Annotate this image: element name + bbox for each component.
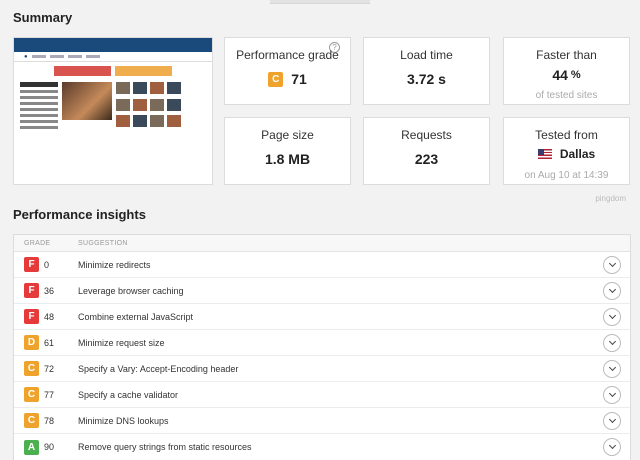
grade-badge: D xyxy=(24,335,39,350)
faster-than-unit: % xyxy=(570,69,581,81)
thumbnail-ads xyxy=(14,62,212,76)
grade-badge: F xyxy=(24,283,39,298)
pingdom-branding: pingdom xyxy=(595,194,626,203)
insights-rows: F 0 Minimize redirects F 36 Leverage browser … xyxy=(14,252,630,460)
load-time-card: Load time 3.72 s xyxy=(363,37,490,105)
insight-row[interactable]: F 0 Minimize redirects xyxy=(14,252,630,278)
performance-grade-label: Performance grade xyxy=(236,48,339,62)
top-tab xyxy=(270,0,370,4)
insight-row[interactable]: A 90 Remove query strings from static reso… xyxy=(14,434,630,460)
column-header-grade: GRADE xyxy=(24,239,51,247)
expand-button[interactable] xyxy=(603,307,621,326)
summary-title: Summary xyxy=(13,10,73,25)
expand-button[interactable] xyxy=(603,359,621,378)
grade-badge: C xyxy=(24,413,39,428)
us-flag-icon xyxy=(537,149,552,159)
chevron-down-icon xyxy=(608,363,616,371)
page-size-label: Page size xyxy=(261,128,314,142)
page-size-card: Page size 1.8 MB xyxy=(224,117,351,185)
insight-score: 72 xyxy=(44,363,55,374)
thumbnail-logo: ● xyxy=(24,53,28,60)
insight-suggestion: Minimize DNS lookups xyxy=(78,415,169,426)
load-time-label: Load time xyxy=(400,48,453,62)
faster-than-sub: of tested sites xyxy=(535,90,598,101)
insight-score: 61 xyxy=(44,337,55,348)
insights-table: GRADE SUGGESTION F 0 Minimize redirects F 36… xyxy=(13,234,631,460)
insights-table-header: GRADE SUGGESTION xyxy=(14,235,630,252)
thumbnail-header xyxy=(14,38,212,52)
load-time-value: 3.72 s xyxy=(407,71,446,87)
insight-suggestion: Specify a cache validator xyxy=(78,389,179,400)
faster-than-label: Faster than xyxy=(536,48,597,62)
insights-title: Performance insights xyxy=(13,207,146,222)
expand-button[interactable] xyxy=(603,255,621,274)
column-header-suggestion: SUGGESTION xyxy=(78,239,128,247)
requests-value: 223 xyxy=(414,151,439,167)
requests-label: Requests xyxy=(401,128,452,142)
insight-score: 36 xyxy=(44,285,55,296)
insight-suggestion: Leverage browser caching xyxy=(78,285,184,296)
grade-badge: F xyxy=(24,309,39,324)
requests-card: Requests 223 xyxy=(363,117,490,185)
thumbnail-grid xyxy=(116,82,181,129)
insight-suggestion: Combine external JavaScript xyxy=(78,311,194,322)
expand-button[interactable] xyxy=(603,385,621,404)
chevron-down-icon xyxy=(608,389,616,397)
insight-score: 48 xyxy=(44,311,55,322)
grade-badge: C xyxy=(268,71,284,87)
insight-suggestion: Minimize request size xyxy=(78,337,165,348)
thumbnail-nav: ● xyxy=(14,52,212,62)
insight-score: 90 xyxy=(44,442,55,452)
tested-from-label: Tested from xyxy=(535,128,598,142)
page-size-value: 1.8 MB xyxy=(264,151,311,167)
expand-button[interactable] xyxy=(603,438,621,456)
tested-from-sub: on Aug 10 at 14:39 xyxy=(524,170,609,181)
insight-score: 78 xyxy=(44,415,55,426)
grade-badge: A xyxy=(24,439,39,455)
grade-badge: F xyxy=(24,257,39,272)
insight-score: 77 xyxy=(44,389,55,400)
chevron-down-icon xyxy=(608,415,616,423)
tested-from-city: Dallas xyxy=(559,147,596,161)
chevron-down-icon xyxy=(608,285,616,293)
insight-row[interactable]: C 72 Specify a Vary: Accept-Encoding heade… xyxy=(14,356,630,382)
insight-suggestion: Specify a Vary: Accept-Encoding header xyxy=(78,363,239,374)
expand-button[interactable] xyxy=(603,411,621,430)
faster-than-value: 44 xyxy=(552,67,568,83)
chevron-down-icon xyxy=(608,311,616,319)
insight-row[interactable]: D 61 Minimize request size xyxy=(14,330,630,356)
grade-badge: C xyxy=(24,361,39,376)
insight-row[interactable]: F 36 Leverage browser caching xyxy=(14,278,630,304)
insight-row[interactable]: C 77 Specify a cache validator xyxy=(14,382,630,408)
performance-grade-card: ? Performance grade C 71 xyxy=(224,37,351,105)
insight-row[interactable]: C 78 Minimize DNS lookups xyxy=(14,408,630,434)
chevron-down-icon xyxy=(608,441,616,450)
chevron-down-icon xyxy=(608,337,616,345)
thumbnail-body xyxy=(14,76,212,135)
tested-from-card: Tested from Dallas on Aug 10 at 14:39 xyxy=(503,117,630,185)
grade-badge: C xyxy=(24,387,39,402)
faster-than-card: Faster than 44 % of tested sites xyxy=(503,37,630,105)
performance-grade-value: 71 xyxy=(291,71,307,87)
expand-button[interactable] xyxy=(603,281,621,300)
insight-suggestion: Remove query strings from static resourc… xyxy=(78,442,252,452)
chevron-down-icon xyxy=(608,259,616,267)
insight-score: 0 xyxy=(44,259,50,270)
thumbnail-hero-image xyxy=(62,82,112,120)
insight-row[interactable]: F 48 Combine external JavaScript xyxy=(14,304,630,330)
insight-suggestion: Minimize redirects xyxy=(78,259,151,270)
page-screenshot-thumbnail: ● xyxy=(13,37,213,185)
expand-button[interactable] xyxy=(603,333,621,352)
